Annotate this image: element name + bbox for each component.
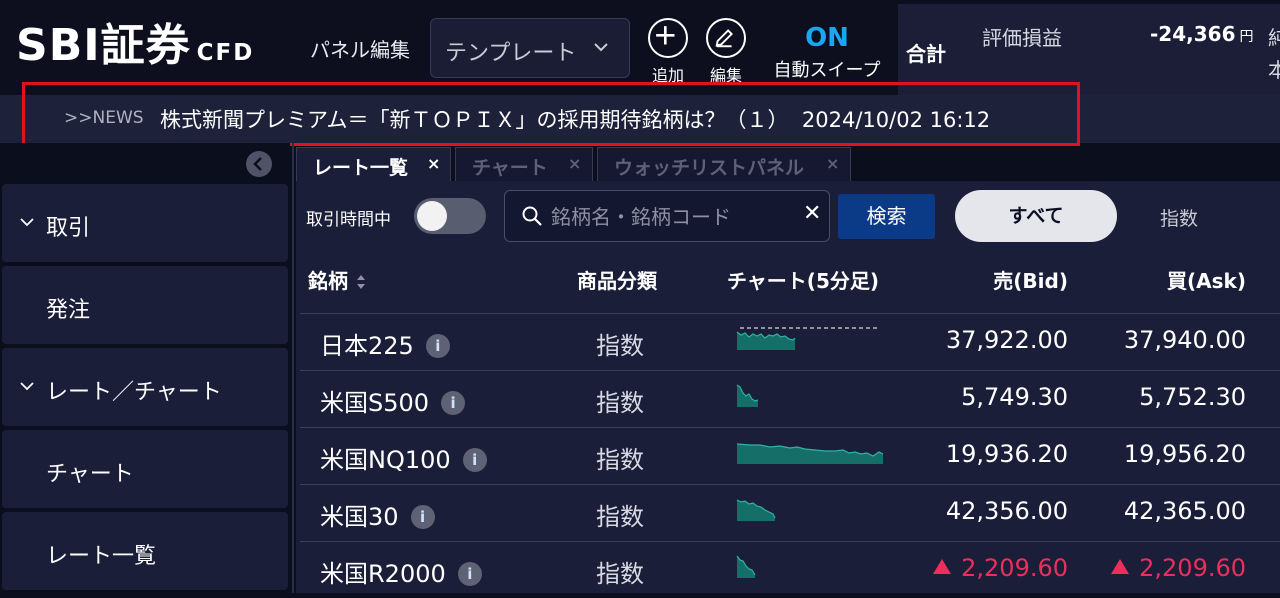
info-icon[interactable]: i — [441, 391, 466, 415]
sidebar-item-label: 取引 — [46, 216, 91, 241]
clear-icon[interactable]: ✕ — [803, 201, 821, 226]
add-panel-button[interactable]: 追加 — [643, 18, 693, 86]
pencil-icon — [706, 18, 746, 58]
sidebar-divider — [292, 143, 294, 593]
close-icon[interactable]: × — [568, 154, 581, 173]
pl-label: 評価損益 — [982, 26, 1062, 50]
table-row[interactable]: 米国NQ100 i 指数 19,936.20 19,956.20 — [300, 427, 1280, 484]
panel-edit-label: パネル編集 — [310, 38, 410, 62]
sparkline-chart — [736, 499, 776, 521]
tab-chart[interactable]: チャート × — [455, 147, 593, 181]
category-cell: 指数 — [596, 503, 644, 531]
up-arrow-icon — [933, 559, 952, 574]
bid-price: 2,209.60 — [933, 554, 1068, 582]
close-icon[interactable]: × — [427, 154, 440, 173]
sort-icon — [357, 275, 365, 289]
trading-hours-label: 取引時間中 — [306, 210, 391, 230]
sidebar-item-rate-chart[interactable]: レート／チャート — [2, 348, 288, 426]
info-icon[interactable]: i — [462, 448, 487, 472]
table-row[interactable]: 米国S500 i 指数 5,749.30 5,752.30 — [300, 370, 1280, 427]
sidebar-item-label: 発注 — [46, 298, 91, 323]
summary-total-label: 合計 — [906, 42, 946, 66]
category-cell: 指数 — [596, 446, 644, 474]
symbol-name: 米国30 i — [320, 497, 435, 532]
auto-sweep-toggle[interactable]: ON 自動スイープ — [762, 22, 892, 82]
filter-index-button[interactable]: 指数 — [1160, 204, 1198, 231]
sparkline-chart — [736, 327, 880, 350]
category-cell: 指数 — [596, 560, 644, 588]
tab-label: レート一覧 — [313, 157, 409, 179]
tab-label: チャート — [472, 157, 548, 179]
column-header-chart: チャート(5分足) — [727, 269, 879, 293]
ask-price: 42,365.00 — [1123, 497, 1246, 525]
tab-label: ウォッチリストパネル — [614, 157, 805, 179]
trading-hours-toggle[interactable] — [414, 198, 486, 234]
chevron-down-icon — [20, 218, 34, 227]
tab-rate-list[interactable]: レート一覧 × — [296, 147, 451, 181]
search-box: ✕ — [504, 190, 830, 242]
tab-watchlist[interactable]: ウォッチリストパネル × — [597, 147, 851, 181]
table-row[interactable]: 米国30 i 指数 42,356.00 42,365.00 — [300, 484, 1280, 541]
summary-cut-label-2: 本 — [1268, 58, 1280, 82]
toggle-knob — [417, 201, 447, 231]
sparkline-chart — [736, 384, 759, 407]
sidebar-item-label: レート一覧 — [46, 544, 157, 569]
symbol-name: 米国S500 i — [320, 383, 466, 418]
sidebar-item-label: レート／チャート — [46, 380, 222, 405]
template-select-value: テンプレート — [445, 41, 577, 66]
sidebar-item-trade[interactable]: 取引 — [2, 184, 288, 262]
search-icon — [522, 206, 542, 226]
info-icon[interactable]: i — [425, 334, 450, 358]
bid-price: 5,749.30 — [961, 383, 1068, 411]
info-icon[interactable]: i — [410, 505, 435, 529]
search-button[interactable]: 検索 — [838, 194, 935, 239]
symbol-name: 日本225 i — [320, 326, 450, 361]
column-header-symbol[interactable]: 銘柄 — [308, 265, 366, 294]
summary-cut-label-1: 純 — [1268, 26, 1280, 50]
column-header-ask: 買(Ask) — [1167, 269, 1246, 293]
column-header-bid: 売(Bid) — [993, 269, 1068, 293]
column-header-category: 商品分類 — [577, 269, 657, 293]
ask-price: 19,956.20 — [1123, 440, 1246, 468]
chevron-left-icon — [253, 157, 262, 171]
plus-icon — [648, 18, 688, 58]
sidebar-item-order[interactable]: 発注 — [2, 266, 288, 344]
sidebar-collapse-button[interactable] — [246, 151, 272, 177]
close-icon[interactable]: × — [826, 154, 839, 173]
filter-all-button[interactable]: すべて — [955, 190, 1117, 242]
bid-price: 19,936.20 — [945, 440, 1068, 468]
symbol-name: 米国R2000 i — [320, 554, 482, 589]
table-row[interactable]: 米国R2000 i 指数 2,209.60 2,209.60 — [300, 541, 1280, 598]
brand-logo: SBI証券 CFD — [16, 20, 255, 71]
table-row[interactable]: 日本225 i 指数 37,922.00 37,940.00 — [300, 313, 1280, 370]
ask-price: 5,752.30 — [1139, 383, 1246, 411]
highlight-frame — [22, 82, 1080, 146]
bid-price: 42,356.00 — [945, 497, 1068, 525]
edit-panel-button[interactable]: 編集 — [701, 18, 751, 86]
pl-value: -24,366 円 — [1150, 22, 1254, 46]
auto-sweep-status: ON — [805, 23, 849, 53]
up-arrow-icon — [1111, 559, 1130, 574]
sidebar-item-label: チャート — [46, 462, 134, 487]
symbol-name: 米国NQ100 i — [320, 440, 487, 475]
auto-sweep-label: 自動スイープ — [773, 60, 881, 81]
sparkline-chart — [736, 555, 756, 578]
chevron-down-icon — [20, 382, 34, 391]
bid-price: 37,922.00 — [945, 326, 1068, 354]
info-icon[interactable]: i — [457, 562, 482, 586]
sparkline-chart — [736, 443, 884, 464]
sidebar-item-rate-list[interactable]: レート一覧 — [2, 512, 288, 590]
ask-price: 37,940.00 — [1123, 326, 1246, 354]
sidebar-item-chart[interactable]: チャート — [2, 430, 288, 508]
search-input[interactable] — [549, 201, 793, 233]
ask-price: 2,209.60 — [1111, 554, 1246, 582]
template-select[interactable]: テンプレート — [430, 18, 630, 78]
category-cell: 指数 — [596, 332, 644, 360]
category-cell: 指数 — [596, 389, 644, 417]
chevron-down-icon — [594, 43, 608, 52]
